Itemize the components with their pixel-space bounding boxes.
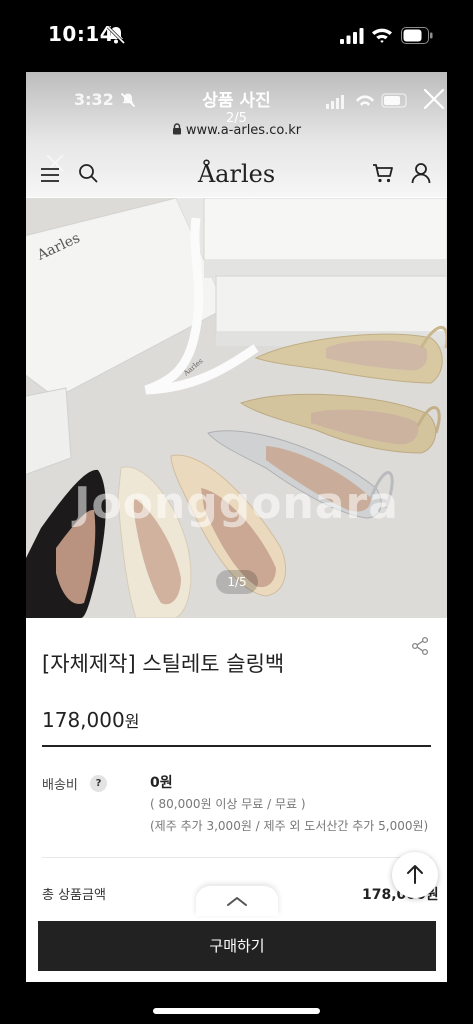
watermark-text: Joonggonara [74, 478, 399, 529]
product-price: 178,000원 [42, 708, 139, 732]
wifi-icon [372, 28, 392, 43]
price-value: 178,000 [42, 708, 125, 732]
close-icon[interactable] [421, 86, 447, 112]
battery-icon [401, 27, 433, 44]
chevron-up-icon [227, 897, 247, 906]
status-bar: 10:14 [0, 0, 473, 70]
product-photo: Aarles Aarles [26, 198, 447, 618]
inner-status-icons [326, 93, 407, 109]
product-image[interactable]: Aarles Aarles Joonggonara 1/5 [26, 198, 447, 618]
phone-screen: 10:14 3:32 상품 사진 2/5 www.a-arles.co.kr Å… [0, 0, 473, 1024]
shipping-note-islands: (제주 추가 3,000원 / 제주 외 도서산간 추가 5,000원) [150, 819, 429, 833]
price-divider [42, 745, 431, 747]
url-bar: www.a-arles.co.kr [26, 123, 447, 138]
expand-options-tab[interactable] [196, 886, 278, 916]
total-label: 총 상품금액 [42, 888, 106, 903]
user-icon[interactable] [411, 162, 431, 184]
signal-icon [340, 28, 364, 44]
shipping-fee: 0원 [150, 775, 173, 791]
section-divider [42, 857, 431, 858]
share-icon[interactable] [410, 636, 430, 656]
bell-slash-icon [106, 25, 126, 45]
cart-icon[interactable] [372, 162, 394, 184]
arrow-up-icon [407, 865, 423, 884]
url-text: www.a-arles.co.kr [185, 123, 302, 138]
shipping-note-free: ( 80,000원 이상 무료 / 무료 ) [150, 797, 306, 811]
scroll-top-button[interactable] [392, 852, 438, 898]
shipping-label: 배송비 [42, 778, 78, 793]
home-indicator[interactable] [153, 1008, 320, 1014]
image-counter: 1/5 [216, 570, 258, 594]
photo-viewer: 3:32 상품 사진 2/5 www.a-arles.co.kr Åarles … [26, 72, 447, 982]
lock-icon [172, 123, 181, 135]
buy-button[interactable]: 구매하기 [38, 921, 436, 971]
site-nav: Åarles [26, 152, 447, 198]
shipping-help-button[interactable]: ? [90, 775, 107, 792]
product-name: [자체제작] 스틸레토 슬링백 [42, 652, 285, 676]
viewer-header: 3:32 상품 사진 2/5 www.a-arles.co.kr Åarles [26, 72, 447, 197]
status-time: 10:14 [48, 22, 115, 46]
price-unit: 원 [124, 712, 140, 731]
